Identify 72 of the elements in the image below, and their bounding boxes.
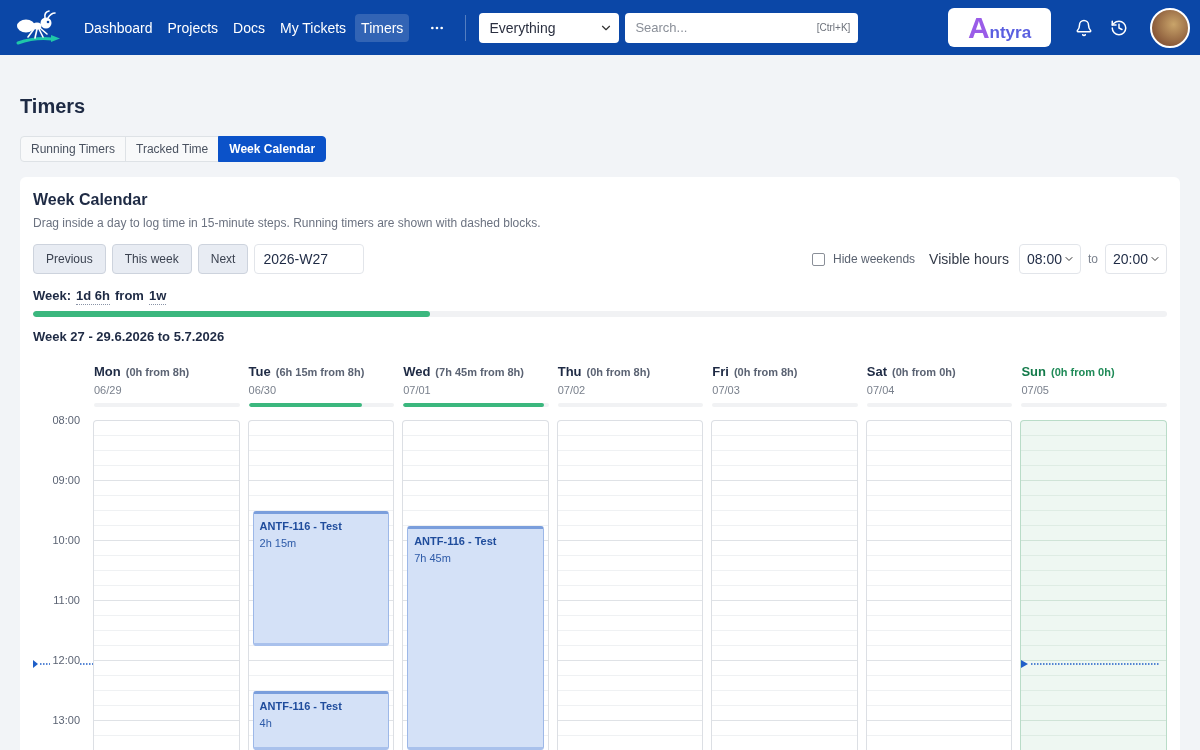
day-date: 07/01 xyxy=(403,383,431,398)
day-name: Wed xyxy=(403,364,431,380)
range-separator: to xyxy=(1088,252,1098,266)
visible-hours-label: Visible hours xyxy=(929,251,1009,267)
day-total: (7h 45m from 8h) xyxy=(435,366,524,378)
checkbox[interactable] xyxy=(812,252,825,266)
now-marker xyxy=(33,659,50,669)
day-date: 06/29 xyxy=(94,383,122,398)
week-nav-button[interactable]: Next xyxy=(197,244,249,274)
day-total: (0h from 8h) xyxy=(586,366,651,378)
day-name: Tue xyxy=(248,364,271,380)
day-name: Fri xyxy=(712,364,729,380)
checkbox-label[interactable]: Hide weekends xyxy=(833,252,916,266)
entry-title: ANTF-116 - Test xyxy=(259,699,342,713)
hour-label: 09:00 xyxy=(52,473,80,488)
nav-link[interactable]: Dashboard xyxy=(78,13,159,42)
entry-duration: 4h xyxy=(259,716,272,730)
day-date: 07/05 xyxy=(1021,383,1049,398)
tab[interactable]: Week Calendar xyxy=(218,136,327,162)
day-date: 07/02 xyxy=(557,383,586,398)
target-total: 1w xyxy=(148,288,167,305)
day-total: (0h from 0h) xyxy=(1051,366,1115,378)
day-name: Sun xyxy=(1021,364,1046,380)
hour-select[interactable]: 20:00 xyxy=(1105,244,1167,274)
day-column[interactable]: ANTF-116 - Test 7h 45m xyxy=(402,420,549,750)
day-date: 07/03 xyxy=(712,383,740,398)
time-entry[interactable]: ANTF-116 - Test 4h xyxy=(252,691,390,750)
entry-title: ANTF-116 - Test xyxy=(414,534,497,548)
day-date: 07/04 xyxy=(866,383,895,398)
day-name: Thu xyxy=(557,364,582,380)
page-title: Timers xyxy=(20,94,86,118)
day-name: Sat xyxy=(866,364,888,380)
day-total: (6h 15m from 8h) xyxy=(275,366,365,378)
hour-label: 10:00 xyxy=(52,533,80,548)
hour-label: 12:00 xyxy=(52,653,80,668)
time-entry[interactable]: ANTF-116 - Test 7h 45m xyxy=(407,526,544,750)
nav-link[interactable]: Docs xyxy=(227,13,271,42)
scope-select[interactable]: Everything xyxy=(479,12,620,43)
tab[interactable]: Running Timers xyxy=(20,136,127,162)
time-entry[interactable]: ANTF-116 - Test 2h 15m xyxy=(252,511,390,646)
ant-logo-icon[interactable] xyxy=(15,8,63,47)
week-input[interactable]: 2026-W27 xyxy=(254,244,365,274)
entry-title: ANTF-116 - Test xyxy=(259,519,342,533)
history-icon[interactable] xyxy=(1110,18,1128,37)
day-name: Mon xyxy=(94,364,121,380)
hour-label: 11:00 xyxy=(53,593,80,608)
hour-label: 13:00 xyxy=(52,713,80,728)
brand-logo[interactable]: Antyra xyxy=(948,8,1051,47)
hour-select[interactable]: 08:00 xyxy=(1019,244,1081,274)
shortcut-hint: [Ctrl+K] xyxy=(816,21,851,34)
day-total: (0h from 0h) xyxy=(892,366,956,378)
tab[interactable]: Tracked Time xyxy=(125,136,220,162)
week-nav-button[interactable]: Previous xyxy=(33,244,106,274)
nav-link[interactable]: Timers xyxy=(355,13,410,42)
nav-link[interactable]: Projects xyxy=(161,13,225,42)
entry-duration: 2h 15m xyxy=(259,536,297,550)
nav-link[interactable]: My Tickets xyxy=(274,13,353,42)
day-total: (0h from 8h) xyxy=(733,366,798,378)
day-total: (0h from 8h) xyxy=(125,366,190,378)
card-description: Drag inside a day to log time in 15-minute steps. Running timers are shown with dashed blocks. xyxy=(33,215,541,231)
week-range-title: Week 27 - 29.6.2026 to 5.7.2026 xyxy=(33,329,225,345)
tracked-total: 1d 6h xyxy=(76,288,111,305)
hour-label: 08:00 xyxy=(52,413,80,428)
card-title: Week Calendar xyxy=(33,190,148,210)
entry-duration: 7h 45m xyxy=(414,551,451,565)
summary-connector: from xyxy=(115,288,144,304)
day-date: 06/30 xyxy=(248,383,277,398)
week-summary-label: Week: xyxy=(33,288,72,304)
bell-icon[interactable] xyxy=(1075,18,1093,37)
avatar-placeholder[interactable] xyxy=(1150,7,1190,48)
day-column[interactable]: ANTF-116 - Test 2h 15m ANTF-116 - Test 4h xyxy=(247,420,395,750)
week-nav-button[interactable]: This week xyxy=(111,244,192,274)
